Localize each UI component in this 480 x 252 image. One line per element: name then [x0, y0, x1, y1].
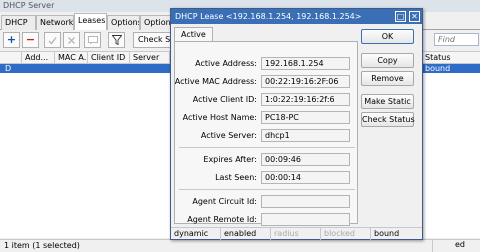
agent-remote-id-field[interactable] [261, 213, 350, 226]
tab-active[interactable]: Active [174, 27, 213, 41]
close-button[interactable]: ✕ [409, 11, 420, 22]
tab-options[interactable]: Options [107, 15, 140, 30]
dhcp-lease-dialog: DHCP Lease <192.168.1.254, 192.168.1.254… [170, 8, 423, 240]
tab-networks[interactable]: Networks [36, 15, 74, 30]
active-address-label: Active Address: [195, 59, 257, 68]
filter-button[interactable] [108, 32, 125, 48]
last-seen-label: Last Seen: [215, 173, 257, 182]
last-seen-field[interactable]: 00:00:14 [261, 171, 350, 184]
status-bar-item-count: 1 item (1 selected) [0, 239, 480, 252]
divider [179, 189, 355, 190]
tab-option-sets[interactable]: Option S [140, 15, 172, 30]
column-header-server[interactable]: Server [130, 52, 170, 64]
active-panel: Active Address: 192.168.1.254 Active MAC… [174, 41, 358, 226]
status-enabled: enabled [221, 228, 271, 240]
column-header-address[interactable]: Add... [22, 52, 55, 64]
active-client-id-field[interactable]: 1:0:22:19:16:2f:6 [261, 93, 350, 106]
column-header-mac[interactable]: MAC A... [55, 52, 88, 64]
active-mac-field[interactable]: 00:22:19:16:2F:06 [261, 75, 350, 88]
close-icon: ✕ [411, 12, 418, 21]
column-header-client-id[interactable]: Client ID [88, 52, 130, 64]
check-icon [48, 37, 57, 45]
tab-dhcp[interactable]: DHCP [1, 15, 36, 30]
status-blocked: blocked [321, 228, 371, 240]
row-flag: D [5, 64, 12, 73]
expires-after-field[interactable]: 00:09:46 [261, 153, 350, 166]
cross-icon [68, 37, 75, 44]
dialog-tab-bar: Active [174, 27, 358, 41]
status-bar-right: ed [432, 239, 480, 252]
active-server-field[interactable]: dhcp1 [261, 129, 350, 142]
remove-button[interactable]: − [22, 32, 39, 48]
plus-icon: + [6, 33, 17, 46]
make-static-button[interactable]: Make Static [361, 94, 414, 109]
dialog-status-bar: dynamic enabled radius blocked bound [171, 227, 422, 240]
maximize-icon: □ [396, 12, 405, 21]
check-status-button[interactable]: Check Status [361, 112, 415, 127]
disable-button[interactable] [63, 32, 80, 48]
agent-remote-id-label: Agent Remote Id: [187, 215, 257, 224]
copy-button[interactable]: Copy [361, 53, 414, 68]
enable-button[interactable] [44, 32, 61, 48]
status-bound: bound [374, 229, 400, 238]
column-header-status[interactable]: Status [422, 52, 480, 64]
agent-circuit-id-label: Agent Circuit Id: [192, 197, 257, 206]
filter-icon [111, 35, 122, 46]
active-address-field[interactable]: 192.168.1.254 [261, 57, 350, 70]
row-status: bound [425, 64, 451, 73]
active-host-name-field[interactable]: PC18-PC [261, 111, 350, 124]
divider [179, 147, 355, 148]
status-dynamic: dynamic [171, 228, 221, 240]
minus-icon: − [25, 33, 36, 46]
add-button[interactable]: + [3, 32, 20, 48]
tab-leases[interactable]: Leases [74, 13, 107, 31]
expires-after-label: Expires After: [203, 155, 257, 164]
active-client-id-label: Active Client ID: [192, 95, 257, 104]
active-server-label: Active Server: [200, 131, 257, 140]
comment-icon [87, 36, 98, 45]
find-input[interactable] [434, 33, 479, 46]
remove-button[interactable]: Remove [361, 71, 414, 86]
comment-button[interactable] [84, 32, 101, 48]
column-header-flags[interactable] [0, 52, 22, 64]
agent-circuit-id-field[interactable] [261, 195, 350, 208]
status-radius: radius [271, 228, 321, 240]
active-host-name-label: Active Host Name: [182, 113, 257, 122]
active-mac-label: Active MAC Address: [174, 77, 257, 86]
ok-button[interactable]: OK [361, 29, 414, 44]
dialog-title: DHCP Lease <192.168.1.254, 192.168.1.254… [171, 9, 422, 24]
maximize-button[interactable]: □ [395, 11, 406, 22]
